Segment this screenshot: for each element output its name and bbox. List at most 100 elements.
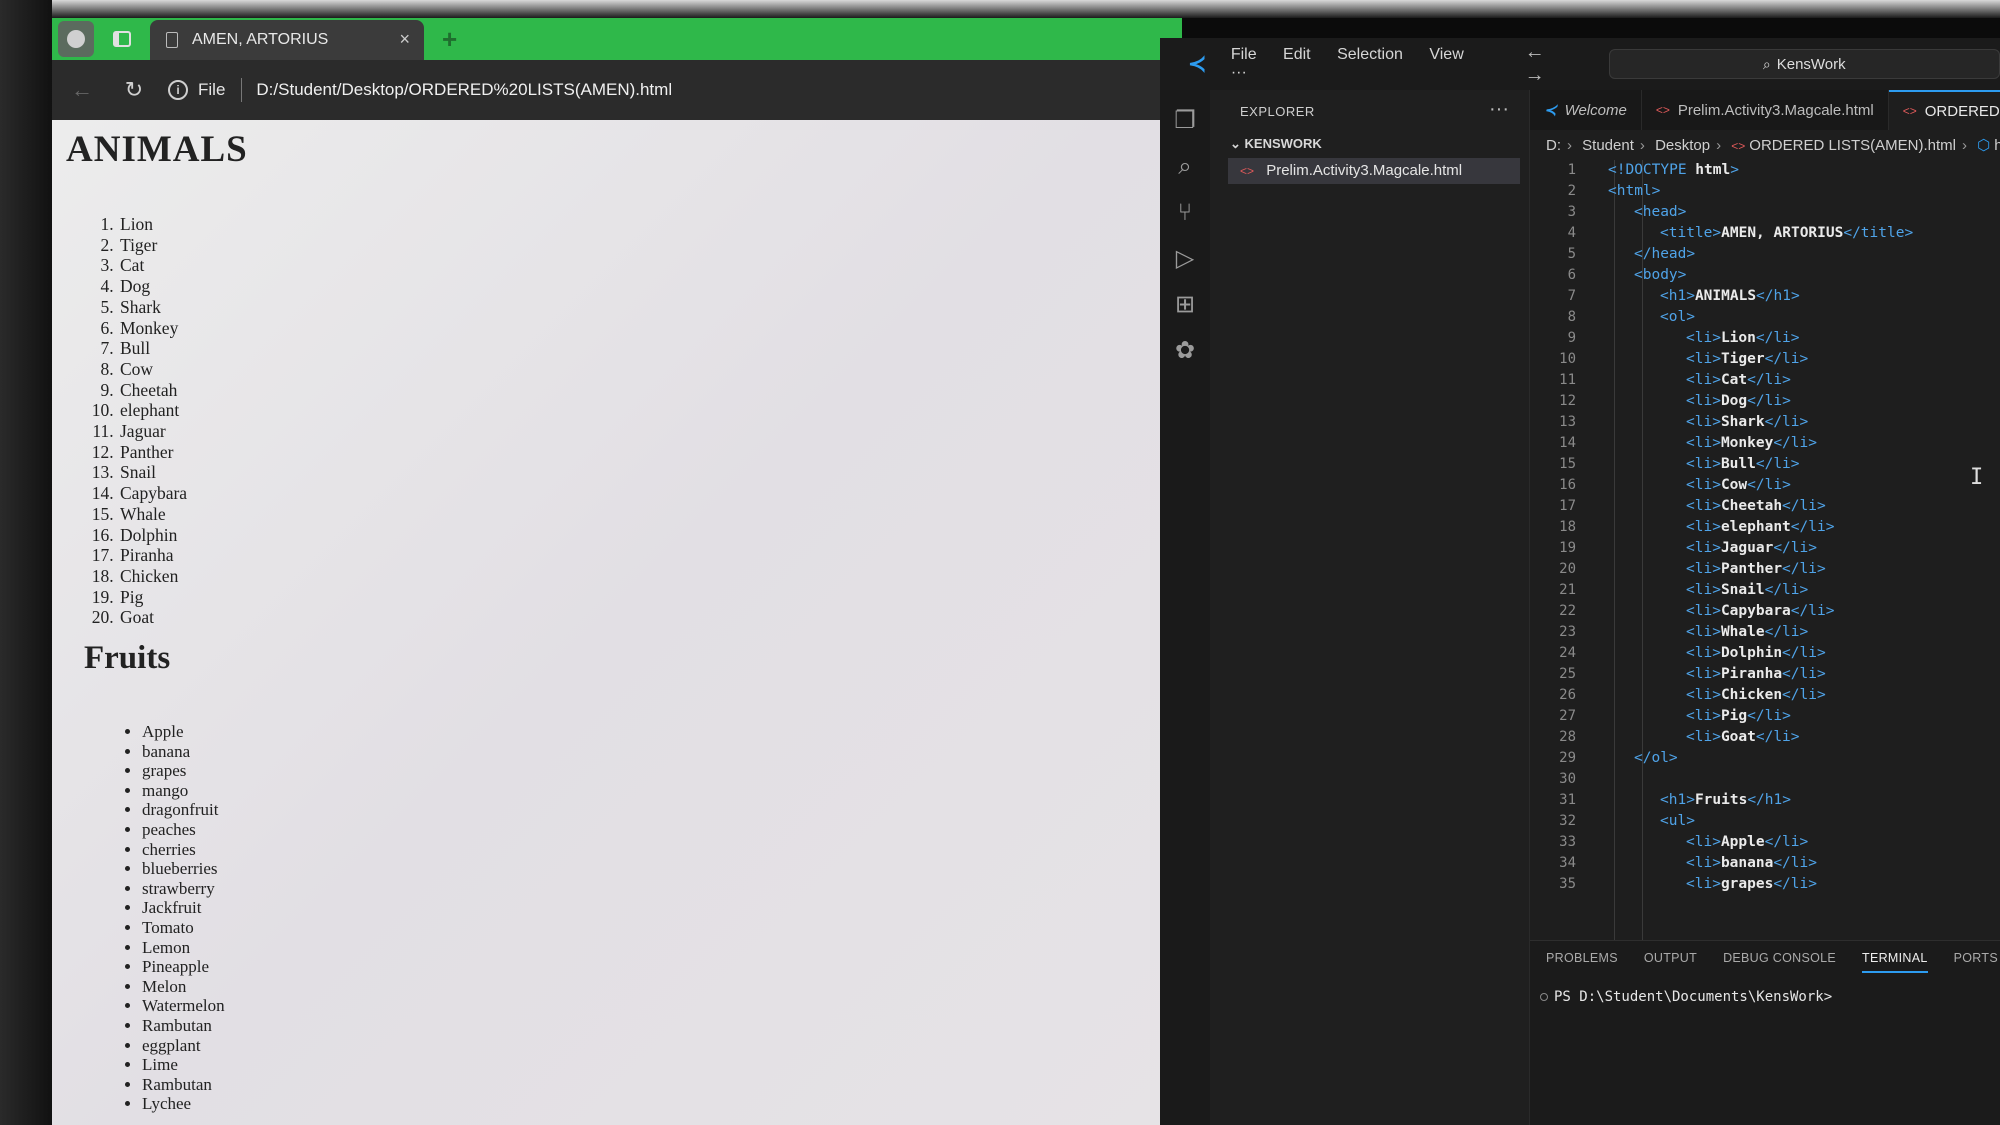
code-line[interactable]: 33 <li>Apple</li> (1530, 832, 2000, 853)
line-number: 22 (1559, 603, 1576, 619)
tab-actions-icon[interactable] (104, 21, 140, 57)
menu-more[interactable]: ··· (1231, 64, 1247, 81)
code-line[interactable]: 6 <body> (1530, 265, 2000, 286)
reload-button[interactable]: ↻ (114, 70, 154, 110)
code-line[interactable]: 26 <li>Chicken</li> (1530, 685, 2000, 706)
browser-tab-title: AMEN, ARTORIUS (192, 31, 329, 48)
line-number: 1 (1567, 162, 1576, 178)
line-source: <body> (1634, 267, 1687, 283)
code-line[interactable]: 10 <li>Tiger</li> (1530, 349, 2000, 370)
line-source: <li>Jaguar</li> (1686, 540, 1817, 556)
code-line[interactable]: 24 <li>Dolphin</li> (1530, 643, 2000, 664)
code-line[interactable]: 35 <li>grapes</li> (1530, 874, 2000, 895)
code-line[interactable]: 28 <li>Goat</li> (1530, 727, 2000, 748)
fruit-list-item: mango (142, 781, 225, 801)
url-field[interactable]: D:/Student/Desktop/ORDERED%20LISTS(AMEN)… (256, 80, 672, 100)
panel-tab-problems[interactable]: PROBLEMS (1546, 951, 1618, 973)
animal-list-item: Dog (118, 276, 187, 297)
line-number: 3 (1567, 204, 1576, 220)
back-button[interactable]: ← (62, 70, 102, 110)
code-line[interactable]: 19 <li>Jaguar</li> (1530, 538, 2000, 559)
menu-view[interactable]: View (1429, 46, 1463, 63)
code-line[interactable]: 13 <li>Shark</li> (1530, 412, 2000, 433)
code-line[interactable]: 8 <ol> (1530, 307, 2000, 328)
code-line[interactable]: 34 <li>banana</li> (1530, 853, 2000, 874)
animal-list-item: Dolphin (118, 525, 187, 546)
line-number: 7 (1567, 288, 1576, 304)
code-line[interactable]: 2 <html> (1530, 181, 2000, 202)
tab-welcome[interactable]: ≺ Welcome (1530, 90, 1642, 130)
breadcrumb-file[interactable]: ORDERED LISTS(AMEN).html (1749, 137, 1956, 154)
panel-tab-debug-console[interactable]: DEBUG CONSOLE (1723, 951, 1836, 973)
files-icon[interactable]: ❐ (1170, 106, 1200, 136)
code-line[interactable]: 22 <li>Capybara</li> (1530, 601, 2000, 622)
menu-file[interactable]: File (1231, 46, 1257, 63)
code-line[interactable]: 25 <li>Piranha</li> (1530, 664, 2000, 685)
source-control-icon[interactable]: ⑂ (1170, 198, 1200, 228)
code-line[interactable]: 27 <li>Pig</li> (1530, 706, 2000, 727)
nav-forward-button[interactable]: → (1525, 64, 1545, 86)
panel-tab-terminal[interactable]: TERMINAL (1862, 951, 1928, 973)
code-line[interactable]: 3 <head> (1530, 202, 2000, 223)
code-line[interactable]: 20 <li>Panther</li> (1530, 559, 2000, 580)
protocol-label: File (198, 80, 226, 99)
code-line[interactable]: 29 </ol> (1530, 748, 2000, 769)
line-number: 11 (1559, 372, 1576, 388)
code-line[interactable]: 16 <li>Cow</li> (1530, 475, 2000, 496)
code-line[interactable]: 23 <li>Whale</li> (1530, 622, 2000, 643)
code-editor[interactable]: 1 <!DOCTYPE html> 2 <html> 3 <head> 4 <title>AM… (1530, 160, 2000, 895)
code-line[interactable]: 30 (1530, 769, 2000, 790)
code-line[interactable]: 12 <li>Dog</li> (1530, 391, 2000, 412)
extensions-icon[interactable]: ⊞ (1170, 290, 1200, 320)
panel-tab-ports[interactable]: PORTS (1954, 951, 1998, 973)
code-line[interactable]: 14 <li>Monkey</li> (1530, 433, 2000, 454)
fruit-list-item: Rambutan (142, 1075, 225, 1095)
breadcrumb-desktop[interactable]: Desktop (1655, 137, 1710, 154)
explorer-more-button[interactable]: ··· (1489, 98, 1509, 121)
code-line[interactable]: 31 <h1>Fruits</h1> (1530, 790, 2000, 811)
fruit-list-item: blueberries (142, 859, 225, 879)
site-info-icon[interactable]: i (168, 80, 188, 100)
fruit-list-item: Melon (142, 977, 225, 997)
line-source: <ol> (1660, 309, 1695, 325)
menu-edit[interactable]: Edit (1283, 46, 1311, 63)
line-source: <li>grapes</li> (1686, 876, 1817, 892)
new-tab-button[interactable]: + (442, 24, 457, 55)
menu-selection[interactable]: Selection (1337, 46, 1403, 63)
tab-prelim-activity[interactable]: <> Prelim.Activity3.Magcale.html (1642, 90, 1889, 130)
close-tab-icon[interactable]: × (399, 29, 410, 50)
animals-ordered-list: LionTigerCatDogSharkMonkeyBullCowCheetah… (98, 214, 187, 628)
terminal-status-icon (1540, 993, 1548, 1001)
breadcrumb-student[interactable]: Student (1582, 137, 1634, 154)
code-line[interactable]: 21 <li>Snail</li> (1530, 580, 2000, 601)
python-icon[interactable]: ✿ (1170, 336, 1200, 366)
breadcrumb-element[interactable]: html (1994, 137, 2000, 154)
code-line[interactable]: 17 <li>Cheetah</li> (1530, 496, 2000, 517)
browser-tab[interactable]: AMEN, ARTORIUS × (150, 20, 424, 60)
explorer-file-item[interactable]: <> Prelim.Activity3.Magcale.html (1228, 158, 1520, 184)
workspace-folder[interactable]: ⌄ KENSWORK (1230, 136, 1322, 152)
tab-ordered-lists[interactable]: <> ORDERED (1888, 90, 2000, 130)
page-heading-animals: ANIMALS (66, 129, 248, 170)
code-line[interactable]: 18 <li>elephant</li> (1530, 517, 2000, 538)
code-line[interactable]: 9 <li>Lion</li> (1530, 328, 2000, 349)
code-line[interactable]: 4 <title>AMEN, ARTORIUS</title> (1530, 223, 2000, 244)
command-center-search[interactable]: ⌕ KensWork (1608, 49, 2000, 79)
code-line[interactable]: 11 <li>Cat</li> (1530, 370, 2000, 391)
code-line[interactable]: 7 <h1>ANIMALS</h1> (1530, 286, 2000, 307)
code-line[interactable]: 15 <li>Bull</li> (1530, 454, 2000, 475)
search-icon[interactable]: ⌕ (1170, 152, 1200, 182)
run-debug-icon[interactable]: ▷ (1170, 244, 1200, 274)
animal-list-item: Piranha (118, 545, 187, 566)
code-line[interactable]: 32 <ul> (1530, 811, 2000, 832)
terminal-prompt[interactable]: PS D:\Student\Documents\KensWork> (1540, 989, 1832, 1005)
nav-back-button[interactable]: ← (1525, 41, 1545, 63)
code-line[interactable]: 5 </head> (1530, 244, 2000, 265)
code-line[interactable]: 1 <!DOCTYPE html> (1530, 160, 2000, 181)
line-source: <li>Dolphin</li> (1686, 645, 1826, 661)
profile-avatar-icon[interactable] (58, 21, 94, 57)
panel-tab-output[interactable]: OUTPUT (1644, 951, 1697, 973)
html-file-icon: <> (1655, 103, 1670, 117)
explorer-sidebar: EXPLORER ··· ⌄ KENSWORK <> Prelim.Activi… (1210, 90, 1530, 1125)
breadcrumb-drive[interactable]: D: (1546, 137, 1561, 154)
